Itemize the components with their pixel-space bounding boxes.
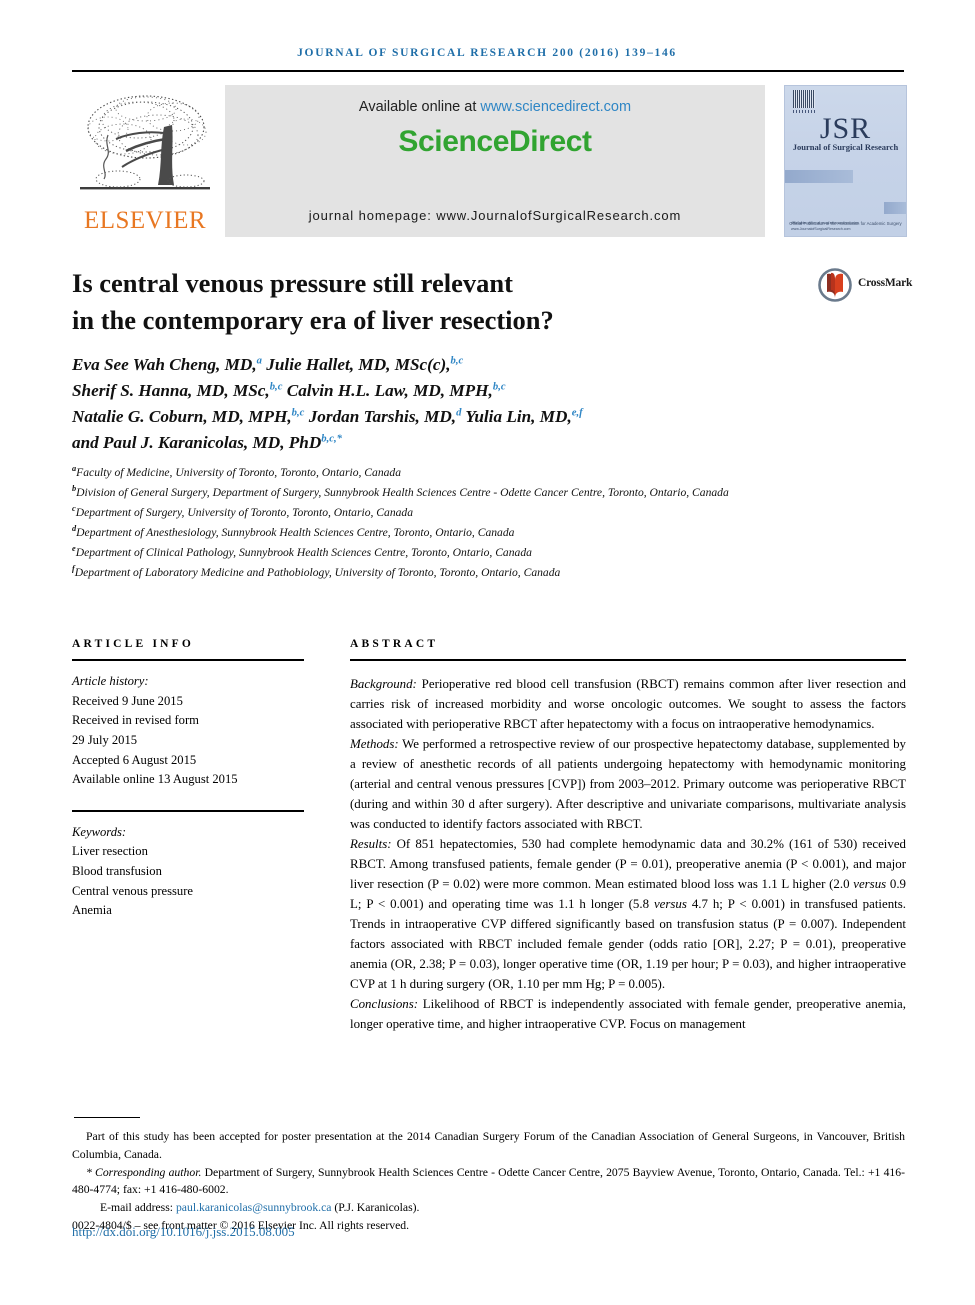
keyword-item: Central venous pressure [72,883,194,898]
elsevier-tree-icon [80,95,210,190]
abstract-column: ABSTRACT Background: Perioperative red b… [350,638,906,1034]
available-online-prefix: Available online at [358,99,481,115]
email-suffix: (P.J. Karanicolas). [331,1201,420,1215]
sciencedirect-banner: Available online at www.sciencedirect.co… [225,85,765,237]
abstract-section: Results: Of 851 hepatectomies, 530 had c… [350,837,906,991]
email-link[interactable]: paul.karanicolas@sunnybrook.ca [176,1201,332,1214]
abstract-section-label: Methods: [350,737,399,751]
cover-acronym: JSR [819,112,872,145]
keywords-label: Keywords: [72,824,127,839]
article-history-item: Received 9 June 2015 [72,693,183,708]
article-info-rule [72,659,304,661]
cover-band-left [785,170,853,183]
article-history-item: Received in revised form [72,713,199,728]
footnote-corresponding: * Corresponding author. Department of Su… [72,1164,905,1200]
page-title: Is central venous pressure still relevan… [72,265,772,338]
keywords-block: Keywords: Liver resection Blood transfusi… [72,823,304,921]
title-line-2: in the contemporary era of liver resecti… [72,304,554,335]
keyword-items: Liver resection Blood transfusion Central … [72,842,304,921]
sciencedirect-logo: ScienceDirect [398,125,592,158]
affiliation-item: eDepartment of Clinical Pathology, Sunny… [72,543,532,559]
abstract-body: Background: Perioperative red blood cell… [350,674,906,1034]
journal-homepage-line[interactable]: journal homepage: www.JournalofSurgicalR… [225,208,765,223]
keyword-item: Blood transfusion [72,864,162,879]
abstract-section: Methods: We performed a retrospective re… [350,737,906,831]
affiliation-list: aFaculty of Medicine, University of Toro… [72,463,902,583]
cover-band-right [884,202,906,214]
crossmark-icon [818,268,852,302]
cover-footer: Available online at www.sciencedirect.co… [791,221,859,231]
footnote-poster: Part of this study has been accepted for… [72,1130,905,1161]
article-info-column: ARTICLE INFO Article history: Received 9… [72,638,304,921]
affiliation-item: fDepartment of Laboratory Medicine and P… [72,563,561,579]
cover-subtitle: Journal of Surgical Research [792,142,899,152]
author-list: Eva See Wah Cheng, MD,a Julie Hallet, MD… [72,355,583,453]
journal-article-page: JOURNAL OF SURGICAL RESEARCH 200 (2016) … [0,0,975,1305]
abstract-heading: ABSTRACT [350,638,439,650]
abstract-section: Conclusions: Likelihood of RBCT is indep… [350,997,906,1031]
abstract-section-label: Results: [350,837,392,851]
abstract-section: Background: Perioperative red blood cell… [350,677,906,731]
elsevier-logo: ELSEVIER [72,85,218,237]
article-info-heading: ARTICLE INFO [72,638,195,650]
keywords-rule [72,809,304,812]
running-head: JOURNAL OF SURGICAL RESEARCH 200 (2016) … [297,47,677,59]
elsevier-wordmark: ELSEVIER [83,207,207,234]
masthead: ELSEVIER Available online at www.science… [72,85,907,237]
abstract-section-label: Background: [350,677,417,691]
affiliation-item: dDepartment of Anesthesiology, Sunnybroo… [72,523,515,539]
corresponding-author-label: * Corresponding author. [86,1165,202,1179]
journal-cover-thumbnail: JSR Journal of Surgical Research Officia… [784,85,907,237]
article-history-item: 29 July 2015 [72,732,138,747]
available-online-line: Available online at www.sciencedirect.co… [225,99,765,115]
abstract-section-label: Conclusions: [350,997,419,1011]
cover-barcode-icon [793,90,815,108]
article-history-items: Received 9 June 2015 Received in revised … [72,692,304,790]
keyword-item: Liver resection [72,844,148,859]
footnote-email: E-mail address: paul.karanicolas@sunnybr… [72,1199,905,1217]
affiliation-item: aFaculty of Medicine, University of Toro… [72,464,402,479]
footnote-block: Part of this study has been accepted for… [72,1128,905,1235]
sciencedirect-link[interactable]: www.sciencedirect.com [480,99,631,115]
affiliation-item: bDivision of General Surgery, Department… [72,484,729,499]
footnote-rule [74,1117,140,1118]
article-history-label: Article history: [72,674,149,688]
article-history-item: Available online 13 August 2015 [72,772,238,787]
email-label: E-mail address: [100,1201,176,1215]
crossmark-badge[interactable]: CrossMark [818,268,913,302]
keyword-item: Anemia [72,903,112,918]
title-line-1: Is central venous pressure still relevan… [72,268,513,298]
affiliation-item: cDepartment of Surgery, University of To… [72,504,414,519]
abstract-rule [350,659,906,661]
article-history: Article history: Received 9 June 2015 Rec… [72,672,304,790]
article-history-item: Accepted 6 August 2015 [72,752,197,767]
header-rule [72,70,904,72]
crossmark-label: CrossMark [858,277,913,289]
doi-link[interactable]: http://dx.doi.org/10.1016/j.jss.2015.08.… [72,1224,295,1240]
